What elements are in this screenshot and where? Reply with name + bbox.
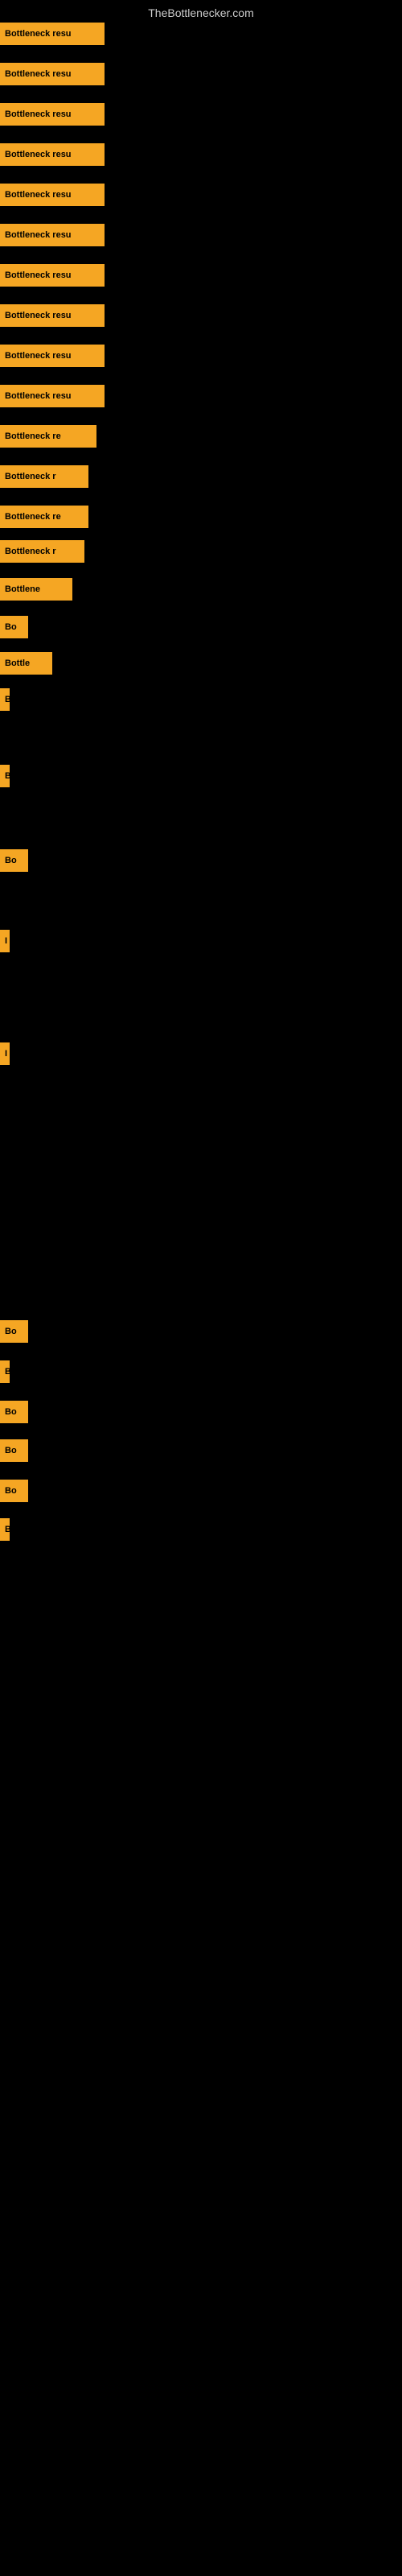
bar-label: Bottleneck resu [0,224,105,246]
bar-label: Bottleneck resu [0,143,105,166]
bar-label: Bottleneck r [0,465,88,488]
bar-item: I [0,930,10,952]
bar-label: Bottleneck resu [0,345,105,367]
bar-item: Bottleneck resu [0,63,105,85]
bar-item: Bottleneck resu [0,23,105,45]
bar-item: Bo [0,616,28,638]
bar-label: Bottleneck re [0,506,88,528]
bar-item: Bottleneck resu [0,143,105,166]
bar-label: I [0,930,10,952]
bar-label: Bottleneck resu [0,103,105,126]
bar-label: Bottleneck resu [0,184,105,206]
bar-item: Bottleneck resu [0,304,105,327]
bar-label: Bottle [0,652,52,675]
bar-label: Bo [0,616,28,638]
bar-label: Bottleneck r [0,540,84,563]
bar-item: Bottleneck re [0,425,96,448]
bar-item: Bo [0,1320,28,1343]
bar-label: Bottleneck resu [0,304,105,327]
bar-item: Bottleneck resu [0,184,105,206]
bar-label: B [0,765,10,787]
bar-item: Bottleneck resu [0,345,105,367]
bar-item: Bottleneck resu [0,224,105,246]
bar-item: Bottleneck re [0,506,88,528]
bar-item: Bottleneck resu [0,385,105,407]
bar-item: Bottlene [0,578,72,601]
bar-item: B [0,1518,10,1541]
bar-item: Bo [0,1401,28,1423]
bar-item: Bo [0,1439,28,1462]
bar-label: Bo [0,1320,28,1343]
bar-label: I [0,1042,10,1065]
bar-item: Bo [0,1480,28,1502]
bar-label: Bo [0,1401,28,1423]
bar-item: I [0,1042,10,1065]
bar-label: Bottleneck resu [0,264,105,287]
bar-label: Bottlene [0,578,72,601]
bar-item: B [0,1360,10,1383]
bar-item: Bottleneck r [0,465,88,488]
bar-item: B [0,688,10,711]
bar-label: Bo [0,1480,28,1502]
bar-label: Bottleneck resu [0,23,105,45]
bar-item: Bottle [0,652,52,675]
bar-item: Bottleneck resu [0,103,105,126]
bar-label: Bottleneck resu [0,385,105,407]
bar-label: Bo [0,849,28,872]
bar-label: B [0,1518,10,1541]
bar-item: Bottleneck resu [0,264,105,287]
bar-item: B [0,765,10,787]
bar-label: B [0,688,10,711]
bar-label: Bottleneck resu [0,63,105,85]
bar-label: B [0,1360,10,1383]
bar-label: Bo [0,1439,28,1462]
bar-item: Bo [0,849,28,872]
bar-label: Bottleneck re [0,425,96,448]
bar-item: Bottleneck r [0,540,84,563]
